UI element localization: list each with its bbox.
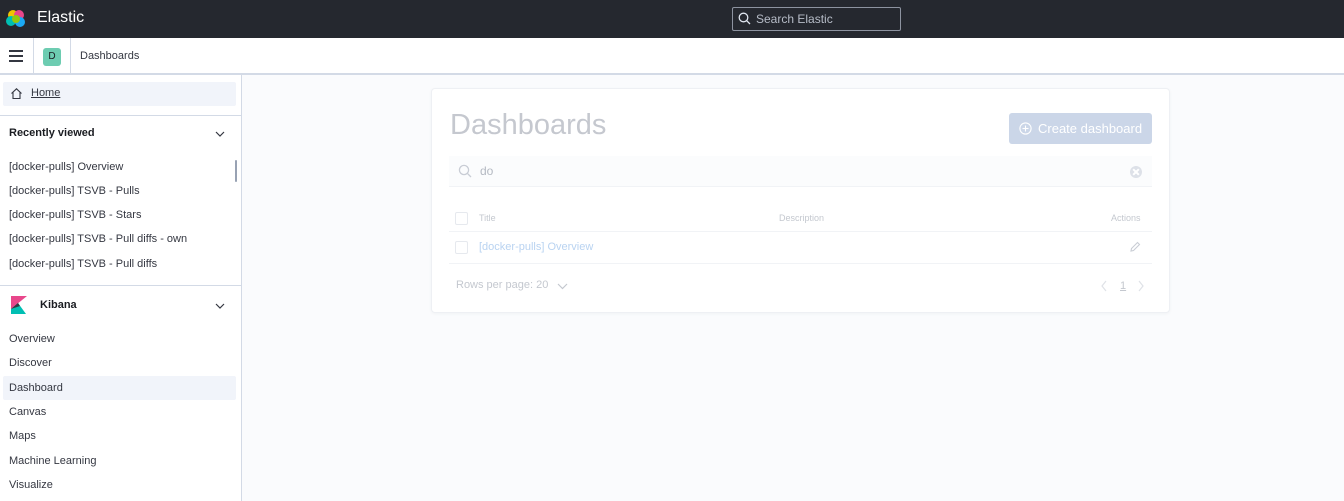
global-search-input[interactable] [756,11,896,27]
home-label[interactable]: Home [31,87,60,99]
kibana-title[interactable]: Kibana [40,299,77,311]
table-divider [449,263,1152,264]
elastic-logo[interactable] [6,9,26,29]
clear-search-icon[interactable] [1130,166,1142,178]
chevron-down-icon[interactable] [214,128,226,140]
pagination-page-button[interactable]: 1 [1120,280,1126,292]
menu-toggle-button[interactable] [7,48,25,64]
column-header-actions: Actions [1111,213,1141,223]
rows-per-page-select[interactable]: Rows per page: 20 [456,279,568,291]
chevron-right-icon[interactable] [1137,280,1145,292]
recent-item[interactable]: [docker-pulls] TSVB - Pulls [9,185,140,197]
search-icon [738,12,751,25]
sidebar-divider [0,285,242,286]
sidebar-divider [0,115,242,116]
rows-per-page-label: Rows per page: 20 [456,279,549,291]
dashboard-search-input[interactable] [480,163,1080,179]
space-avatar[interactable]: D [43,48,61,66]
sub-header: D Dashboards [0,38,1344,75]
header-divider [70,38,71,73]
column-header-title[interactable]: Title [479,213,496,223]
sidebar-item-home[interactable]: Home [3,82,236,106]
dashboards-panel: Dashboards Create dashboard Title Descri… [431,88,1170,313]
chevron-down-icon[interactable] [214,300,226,312]
sidebar-item-maps[interactable]: Maps [9,430,36,442]
dashboard-search[interactable] [449,156,1152,187]
table-divider [449,231,1152,232]
global-search[interactable] [732,7,901,31]
recent-item[interactable]: [docker-pulls] Overview [9,161,123,173]
breadcrumb: Dashboards [80,50,140,62]
search-icon [458,164,472,178]
sidebar-item-overview[interactable]: Overview [9,333,55,345]
page-title: Dashboards [450,109,607,141]
brand-title: Elastic [37,9,85,26]
plus-circle-icon [1019,122,1032,135]
pencil-icon[interactable] [1129,241,1141,253]
sidebar-item-visualize[interactable]: Visualize [9,479,53,491]
sidebar-item-discover[interactable]: Discover [9,357,52,369]
dashboard-title-link[interactable]: [docker-pulls] Overview [479,241,593,253]
select-all-checkbox[interactable] [455,212,468,225]
column-header-description: Description [779,213,825,223]
sidebar-scrollbar[interactable] [235,160,237,182]
top-header: Elastic [0,0,1344,38]
chevron-left-icon[interactable] [1100,280,1108,292]
nav-sidebar: Home Recently viewed [docker-pulls] Over… [0,75,242,501]
recently-viewed-title[interactable]: Recently viewed [9,127,95,139]
recent-item[interactable]: [docker-pulls] TSVB - Stars [9,209,141,221]
home-icon [11,88,22,100]
recent-item[interactable]: [docker-pulls] TSVB - Pull diffs - own [9,233,187,245]
sidebar-item-machine-learning[interactable]: Machine Learning [9,455,96,467]
chevron-down-icon [557,283,568,290]
create-dashboard-label: Create dashboard [1038,121,1143,136]
sidebar-item-dashboard[interactable]: Dashboard [9,382,63,394]
header-divider [33,38,34,73]
row-checkbox[interactable] [455,241,468,254]
create-dashboard-button[interactable]: Create dashboard [1009,113,1152,144]
recent-item[interactable]: [docker-pulls] TSVB - Pull diffs [9,258,157,270]
kibana-logo-icon [11,296,27,314]
sidebar-item-canvas[interactable]: Canvas [9,406,46,418]
